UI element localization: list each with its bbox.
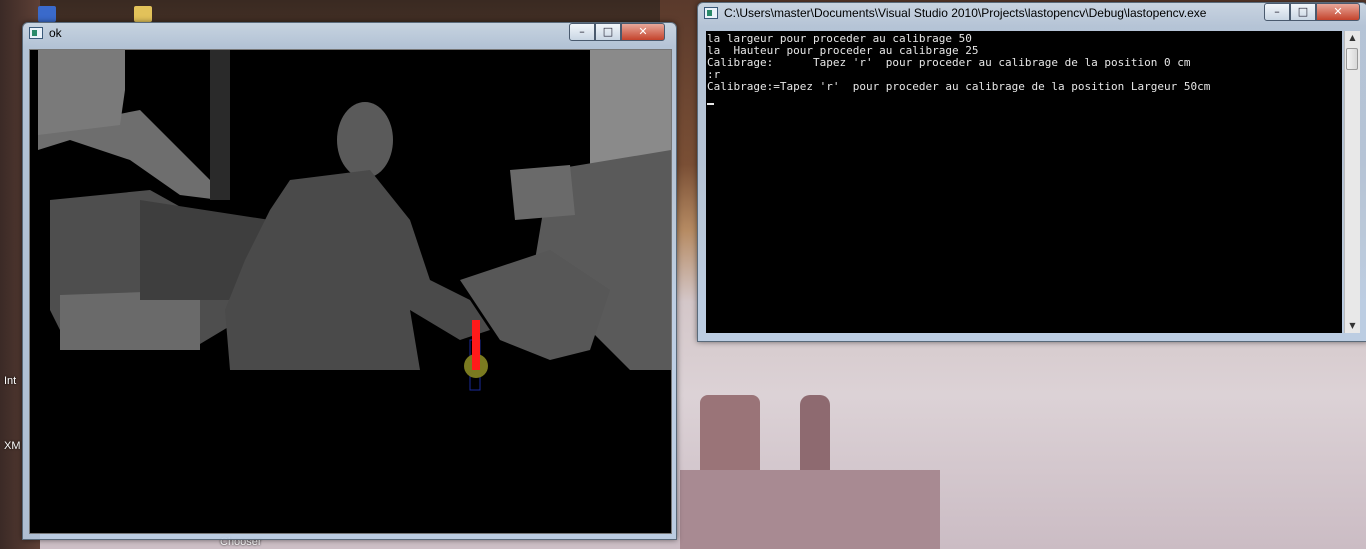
- depth-region-small-object: [510, 165, 575, 220]
- minimize-button[interactable]: –: [569, 23, 595, 41]
- depth-map-image: [30, 50, 671, 533]
- opencv-titlebar[interactable]: ok – □ ✕: [23, 23, 676, 45]
- console-window-icon: [704, 7, 718, 19]
- console-maximize-button[interactable]: □: [1290, 3, 1316, 21]
- console-titlebar[interactable]: C:\Users\master\Documents\Visual Studio …: [698, 3, 1366, 25]
- depth-region-window-frame: [210, 50, 230, 200]
- opencv-image-window[interactable]: ok – □ ✕: [22, 22, 677, 540]
- scrollbar-thumb[interactable]: [1346, 48, 1358, 70]
- console-window[interactable]: C:\Users\master\Documents\Visual Studio …: [697, 2, 1366, 342]
- console-scrollbar[interactable]: ▲ ▼: [1344, 31, 1360, 333]
- console-close-button[interactable]: ✕: [1316, 3, 1360, 21]
- console-output[interactable]: la largeur pour proceder au calibrage 50…: [706, 31, 1342, 333]
- folder-icon[interactable]: [134, 6, 152, 22]
- wallpaper-plateau: [680, 470, 940, 549]
- depth-image-canvas[interactable]: [29, 49, 672, 534]
- text-cursor: [707, 103, 714, 105]
- desktop-label-int[interactable]: Int: [4, 375, 16, 387]
- opencv-window-title: ok: [49, 26, 62, 40]
- scroll-up-arrow-icon[interactable]: ▲: [1345, 31, 1360, 45]
- scroll-down-arrow-icon[interactable]: ▼: [1345, 319, 1360, 333]
- desktop-label-xm[interactable]: XM: [4, 440, 21, 452]
- app-window-icon: [29, 27, 43, 39]
- console-cursor-line: [707, 93, 1342, 105]
- desktop-shortcut-icon[interactable]: [38, 6, 56, 22]
- depth-region-person-head: [337, 102, 393, 178]
- console-minimize-button[interactable]: –: [1264, 3, 1290, 21]
- console-line: Calibrage:=Tapez 'r' pour proceder au ca…: [707, 80, 1211, 93]
- close-button[interactable]: ✕: [621, 23, 665, 41]
- console-window-title: C:\Users\master\Documents\Visual Studio …: [724, 6, 1207, 20]
- depth-region-left-panel: [38, 50, 125, 135]
- tracking-marker-red-dot: [472, 362, 480, 370]
- maximize-button[interactable]: □: [595, 23, 621, 41]
- console-line: Calibrage: Tapez 'r' pour proceder au ca…: [707, 56, 1191, 69]
